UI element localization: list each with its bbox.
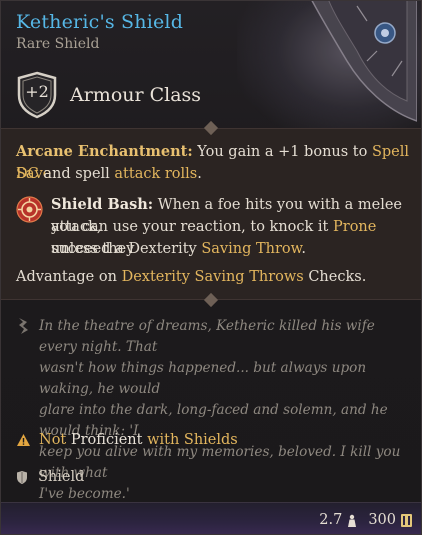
shield-bash-line-3: succeed a Dexterity Saving Throw.: [51, 238, 306, 260]
arcane-enchantment-name[interactable]: Arcane Enchantment:: [16, 143, 193, 160]
lore-line: wasn't how things happened... but always…: [39, 360, 367, 397]
dexterity-saving-throws-link[interactable]: Dexterity Saving Throws: [122, 269, 304, 285]
item-header: Ketheric's Shield Rare Shield: [16, 11, 183, 52]
divider-notch: [203, 292, 219, 308]
saving-throw-link[interactable]: Saving Throw: [201, 241, 301, 257]
armour-class-row: +2 Armour Class: [16, 71, 201, 119]
shield-bash-text: .: [301, 241, 306, 257]
proficiency-not: Not: [39, 432, 67, 448]
gold-coin-icon: [401, 513, 412, 527]
arcane-text: and spell: [38, 166, 115, 182]
shield-bash-text: succeed a Dexterity: [51, 241, 202, 257]
lore-line: In the theatre of dreams, Ketheric kille…: [39, 318, 375, 355]
ornate-shield-art-icon: [311, 1, 417, 122]
prone-link[interactable]: Prone: [333, 219, 376, 235]
advantage-text: Advantage on: [16, 269, 122, 285]
attack-rolls-link[interactable]: attack rolls: [114, 166, 197, 182]
proficiency-row: Not Proficient with Shields: [16, 432, 238, 448]
lore-line: keep you alive with my memories, beloved…: [39, 444, 401, 481]
item-type-row: Shield: [16, 469, 84, 485]
item-footer: 2.7 300: [1, 502, 421, 534]
item-type-label: Shield: [38, 469, 85, 485]
shield-bash-icon[interactable]: [16, 196, 43, 223]
arcane-text: .: [197, 166, 202, 182]
weight-icon: [348, 514, 357, 527]
item-tooltip: Ketheric's Shield Rare Shield +2 Armour …: [0, 0, 422, 535]
item-name: Ketheric's Shield: [16, 11, 184, 33]
quill-icon: [19, 318, 28, 334]
proficiency-text: Not Proficient with Shields: [39, 432, 238, 448]
shield-bash-name[interactable]: Shield Bash:: [51, 196, 153, 213]
item-weight: 2.7: [319, 512, 343, 528]
advantage-text: Checks.: [303, 269, 367, 285]
armour-class-badge: +2: [16, 71, 58, 119]
advantage-line: Advantage on Dexterity Saving Throws Che…: [16, 266, 366, 288]
armour-class-value: +2: [25, 82, 49, 101]
item-price: 300: [368, 512, 396, 528]
arcane-text: You gain a +1 bonus to: [192, 144, 372, 160]
lore-text: In the theatre of dreams, Ketheric kille…: [39, 316, 409, 505]
proficient-link[interactable]: Proficient: [71, 432, 143, 448]
warning-icon: [17, 434, 30, 446]
divider-notch: [203, 120, 219, 136]
armour-class-label: Armour Class: [70, 84, 202, 106]
shield-bash-text: you can use your reaction, to knock it: [51, 219, 333, 235]
shield-icon: [17, 470, 27, 484]
arcane-enchantment-line-2: DC and spell attack rolls.: [16, 163, 202, 185]
proficiency-with: with Shields: [147, 432, 238, 448]
item-stats: 2.7 300: [315, 512, 413, 528]
item-art: [237, 1, 421, 141]
item-rarity: Rare Shield: [16, 36, 100, 52]
dc-link[interactable]: DC: [16, 166, 39, 182]
